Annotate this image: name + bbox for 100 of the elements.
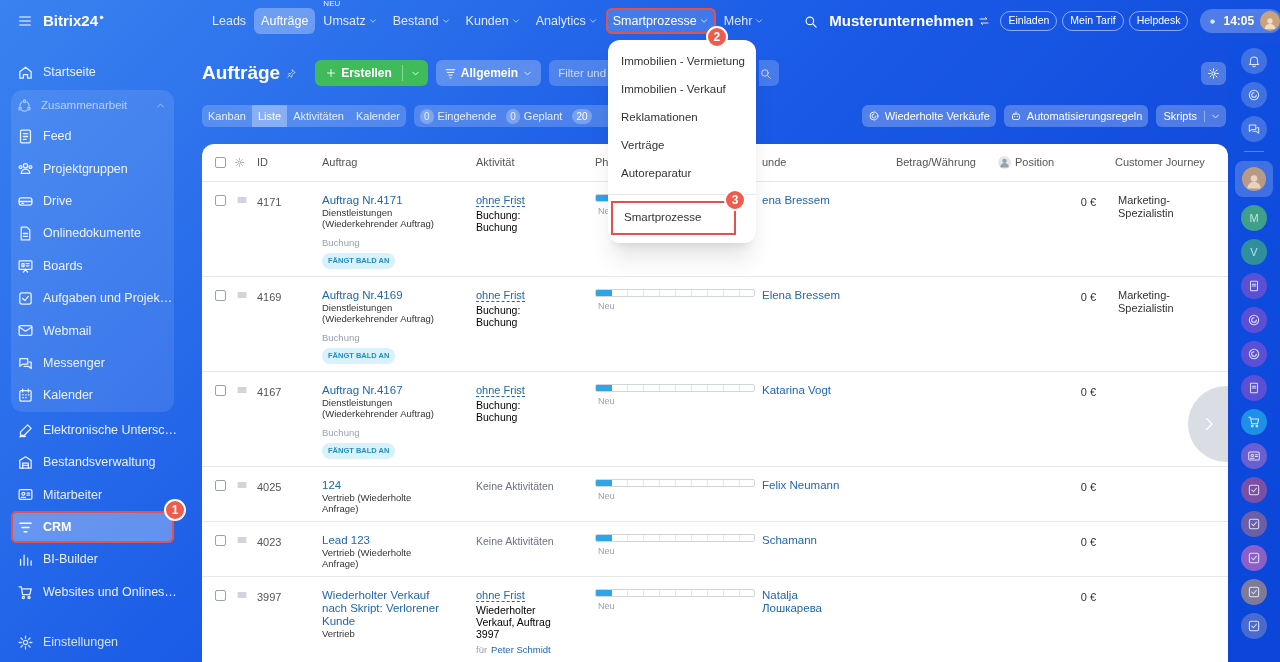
- sidebar-item[interactable]: Kalender: [11, 379, 174, 412]
- client-link[interactable]: Elena Bressem: [762, 289, 849, 302]
- action-button[interactable]: Automatisierungsregeln: [1003, 105, 1149, 127]
- column-header[interactable]: ID: [257, 154, 322, 171]
- counter-filter[interactable]: 20: [572, 108, 592, 124]
- sidebar-item[interactable]: Onlinedokumente: [11, 217, 174, 250]
- notifications-button[interactable]: [1241, 48, 1267, 74]
- view-tab[interactable]: Kalender: [349, 105, 406, 127]
- sidebar-item[interactable]: Startseite: [11, 56, 174, 89]
- plus-icon: [325, 67, 338, 79]
- column-header[interactable]: Auftrag: [322, 154, 476, 171]
- building-icon: [17, 454, 34, 471]
- settings-item[interactable]: Einstellungen: [11, 626, 174, 658]
- column-header[interactable]: Position: [990, 154, 1110, 171]
- nav-tab[interactable]: Aufträge: [254, 8, 316, 34]
- client-link[interactable]: Schamann: [762, 534, 849, 547]
- deadline-link[interactable]: ohne Frist: [476, 384, 525, 397]
- deadline-link[interactable]: ohne Frist: [476, 194, 525, 207]
- view-tab[interactable]: Aktivitäten: [287, 105, 350, 127]
- rail-button[interactable]: [1241, 375, 1267, 401]
- scripts-button[interactable]: Skripts: [1156, 105, 1226, 127]
- nav-tab[interactable]: Umsatz: [316, 8, 385, 34]
- client-link[interactable]: ena Bressem: [762, 194, 849, 207]
- menu-icon: [17, 13, 33, 29]
- menu-item[interactable]: Reklamationen: [608, 104, 756, 132]
- sidebar-item[interactable]: Websites und Onlines…: [11, 575, 174, 609]
- avatar-tile[interactable]: [1235, 161, 1273, 197]
- responsible-link[interactable]: Peter Schmidt: [491, 643, 551, 658]
- column-header[interactable]: Aktivität: [476, 154, 595, 171]
- checkbox[interactable]: [215, 480, 226, 491]
- nav-tab[interactable]: Analytics: [528, 8, 605, 34]
- menu-item[interactable]: Verträge: [608, 132, 756, 160]
- order-type: Dienstleistungen (Wiederkehrender Auftrag): [322, 207, 435, 229]
- preset-button[interactable]: Allgemein: [435, 60, 542, 86]
- time-pill[interactable]: 14:05: [1200, 9, 1280, 33]
- sidebar-item[interactable]: Feed: [11, 120, 174, 153]
- sidebar-item[interactable]: Drive: [11, 185, 174, 218]
- action-button[interactable]: Wiederholte Verkäufe: [861, 105, 996, 127]
- view-tab[interactable]: Kanban: [202, 105, 252, 127]
- sidebar-item[interactable]: BI-Builder: [11, 543, 174, 576]
- settings-icon: [17, 633, 34, 651]
- rail-button[interactable]: [1241, 82, 1267, 108]
- order-link[interactable]: Auftrag Nr.4169: [322, 289, 403, 302]
- sidebar-item[interactable]: Boards: [11, 249, 174, 283]
- order-link[interactable]: Auftrag Nr.4171: [322, 194, 403, 207]
- checkbox[interactable]: [215, 290, 226, 301]
- rail-button[interactable]: [1241, 341, 1267, 367]
- rail-button[interactable]: [1241, 579, 1267, 605]
- search-button[interactable]: [759, 60, 780, 86]
- create-button[interactable]: Erstellen: [315, 60, 428, 86]
- settings-button[interactable]: [1201, 61, 1226, 85]
- group-header[interactable]: Zusammenarbeit: [11, 90, 174, 121]
- order-link[interactable]: Auftrag Nr.4167: [322, 384, 403, 397]
- deadline-link[interactable]: ohne Frist: [476, 589, 525, 602]
- rail-button[interactable]: [1241, 545, 1267, 571]
- rail-button[interactable]: [1241, 511, 1267, 537]
- sidebar-item[interactable]: Elektronische Untersc…: [11, 413, 174, 447]
- checkbox[interactable]: [215, 535, 226, 546]
- client-link[interactable]: Felix Neumann: [762, 479, 849, 492]
- sidebar-item[interactable]: Messenger: [11, 347, 174, 380]
- amount-cell-text: 0 €: [1080, 535, 1096, 550]
- nav-tab[interactable]: Kunden: [458, 8, 528, 34]
- counter-filter[interactable]: 0 Eingehende: [420, 107, 497, 125]
- chat-avatar[interactable]: M: [1241, 205, 1267, 231]
- rail-button[interactable]: [1241, 273, 1267, 299]
- chat-avatar[interactable]: V: [1241, 239, 1267, 265]
- counter-filter[interactable]: 0 Geplant: [506, 107, 563, 125]
- nav-tab[interactable]: Leads: [205, 8, 254, 34]
- order-link[interactable]: Wiederholter Verkauf nach Skript: Verlorener Kunde: [322, 589, 450, 628]
- deadline-link[interactable]: ohne Frist: [476, 289, 525, 302]
- checkbox[interactable]: [215, 385, 226, 396]
- nav-tab[interactable]: Bestand: [385, 8, 458, 34]
- rail-button[interactable]: [1241, 409, 1267, 435]
- order-link[interactable]: 124: [322, 479, 342, 492]
- sidebar-item[interactable]: Projektgruppen: [11, 152, 174, 186]
- filter-icon: [443, 66, 457, 80]
- rail-button[interactable]: [1241, 116, 1267, 142]
- menu-item[interactable]: Immobilien - Vermietung: [608, 48, 756, 76]
- rail-button[interactable]: [1241, 307, 1267, 333]
- column-header[interactable]: Customer Journey: [1110, 154, 1228, 171]
- sidebar-item[interactable]: Bestandsverwaltung: [11, 446, 174, 479]
- rail-button[interactable]: [1241, 613, 1267, 639]
- company-switcher[interactable]: Musterunternehmen: [829, 9, 991, 33]
- client-link[interactable]: Natalja Лошкарева: [762, 589, 849, 615]
- column-header[interactable]: Betrag/Währung: [855, 154, 990, 171]
- menu-item[interactable]: Immobilien - Verkauf: [608, 76, 756, 104]
- sidebar-item[interactable]: Aufgaben und Projek…: [11, 282, 174, 315]
- order-link[interactable]: Lead 123: [322, 534, 370, 547]
- checkbox[interactable]: [215, 195, 226, 206]
- drag-handle-icon: [236, 534, 248, 546]
- rail-button[interactable]: [1241, 477, 1267, 503]
- sidebar-item[interactable]: Webmail: [11, 314, 174, 348]
- rail-button[interactable]: [1241, 443, 1267, 469]
- column-header[interactable]: unde: [762, 154, 855, 171]
- amount-cell-text: 0 €: [1080, 385, 1096, 400]
- menu-item[interactable]: Autoreparatur: [608, 160, 756, 188]
- client-link[interactable]: Katarina Vogt: [762, 384, 849, 397]
- checkbox[interactable]: [215, 590, 226, 601]
- checkbox[interactable]: [215, 157, 226, 168]
- cart-icon: [1247, 415, 1261, 429]
